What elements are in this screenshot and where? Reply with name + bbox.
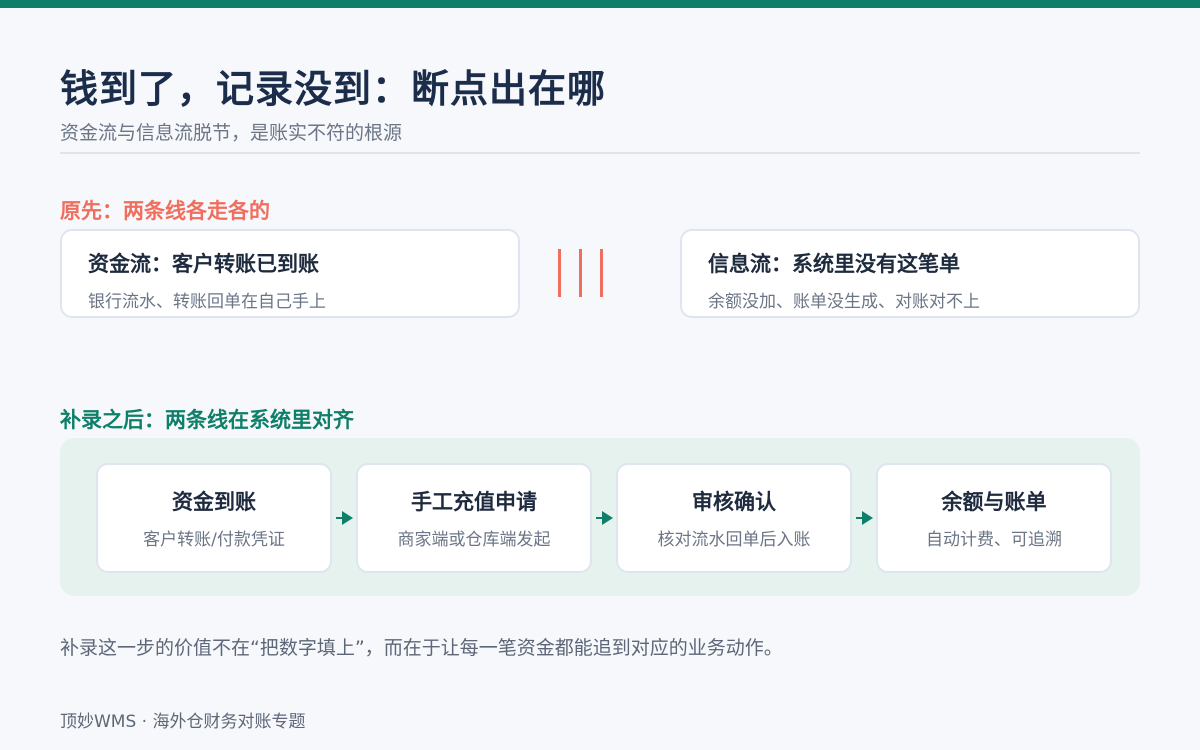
step-card-recharge-request: 手工充值申请 商家端或仓库端发起 (356, 463, 592, 573)
money-flow-card: 资金流：客户转账已到账 银行流水、转账回单在自己手上 (60, 229, 520, 318)
arrow-right-icon (856, 511, 876, 525)
step-desc: 核对流水回单后入账 (657, 530, 811, 550)
arrow-right-icon (336, 511, 356, 525)
step-card-review-confirm: 审核确认 核对流水回单后入账 (616, 463, 852, 573)
after-section-heading: 补录之后：两条线在系统里对齐 (60, 408, 354, 432)
step-title: 手工充值申请 (411, 490, 537, 514)
top-accent-bar (0, 0, 1200, 8)
step-desc: 商家端或仓库端发起 (397, 530, 551, 550)
summary-note: 补录这一步的价值不在“把数字填上”，而在于让每一笔资金都能追到对应的业务动作。 (60, 637, 783, 659)
step-title: 审核确认 (692, 490, 776, 514)
money-flow-title: 资金流：客户转账已到账 (88, 252, 319, 276)
disconnect-icon (558, 249, 604, 297)
info-flow-card: 信息流：系统里没有这笔单 余额没加、账单没生成、对账对不上 (680, 229, 1140, 318)
info-flow-desc: 余额没加、账单没生成、对账对不上 (708, 292, 980, 312)
info-flow-title: 信息流：系统里没有这笔单 (708, 252, 960, 276)
footer-text: 顶妙WMS · 海外仓财务对账专题 (60, 712, 306, 732)
step-card-balance-bill: 余额与账单 自动计费、可追溯 (876, 463, 1112, 573)
arrow-right-icon (596, 511, 616, 525)
before-section-heading: 原先：两条线各走各的 (60, 199, 270, 223)
money-flow-desc: 银行流水、转账回单在自己手上 (88, 292, 326, 312)
step-title: 资金到账 (172, 490, 256, 514)
page-title: 钱到了，记录没到：断点出在哪 (60, 67, 607, 111)
step-desc: 自动计费、可追溯 (926, 530, 1062, 550)
step-card-funds-received: 资金到账 客户转账/付款凭证 (96, 463, 332, 573)
step-desc: 客户转账/付款凭证 (143, 530, 285, 550)
page-subtitle: 资金流与信息流脱节，是账实不符的根源 (60, 122, 403, 144)
step-title: 余额与账单 (941, 490, 1047, 514)
header-divider (60, 152, 1140, 154)
